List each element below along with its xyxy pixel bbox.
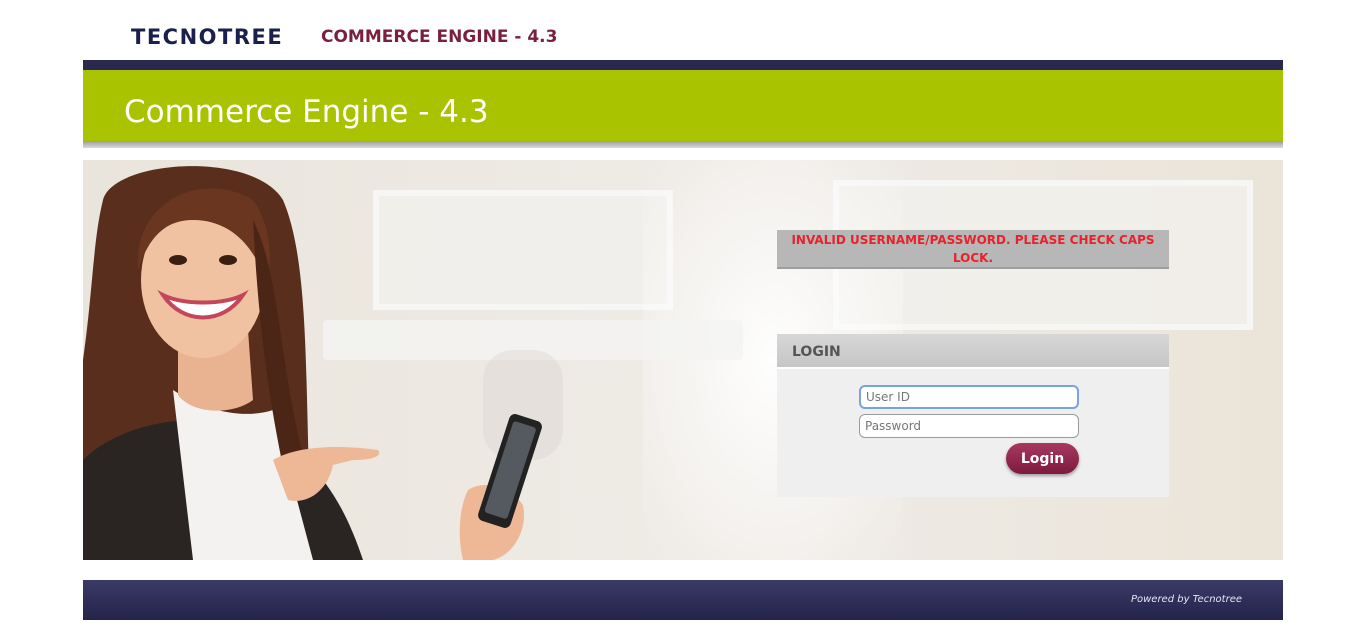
- error-message: INVALID USERNAME/PASSWORD. PLEASE CHECK …: [791, 232, 1155, 265]
- product-name: COMMERCE ENGINE - 4.3: [321, 27, 558, 47]
- password-input[interactable]: [859, 414, 1079, 438]
- user-id-input[interactable]: [859, 385, 1079, 409]
- woman-with-phone-image: [83, 166, 542, 560]
- login-title: LOGIN: [792, 344, 841, 360]
- hero-section: INVALID USERNAME/PASSWORD. PLEASE CHECK …: [83, 160, 1283, 560]
- brand-logo: TECNOTREE: [131, 25, 284, 49]
- page-title: Commerce Engine - 4.3: [124, 94, 489, 130]
- error-message-box: INVALID USERNAME/PASSWORD. PLEASE CHECK …: [777, 230, 1169, 269]
- banner-shadow: [83, 141, 1283, 148]
- footer: Powered by Tecnotree: [83, 580, 1283, 620]
- login-panel: LOGIN Login: [777, 334, 1169, 497]
- login-button[interactable]: Login: [1006, 443, 1079, 474]
- header-divider: [83, 60, 1283, 70]
- top-header: TECNOTREE COMMERCE ENGINE - 4.3: [0, 0, 1366, 60]
- powered-by-text: Powered by Tecnotree: [1130, 594, 1242, 605]
- login-panel-header: LOGIN: [777, 334, 1169, 369]
